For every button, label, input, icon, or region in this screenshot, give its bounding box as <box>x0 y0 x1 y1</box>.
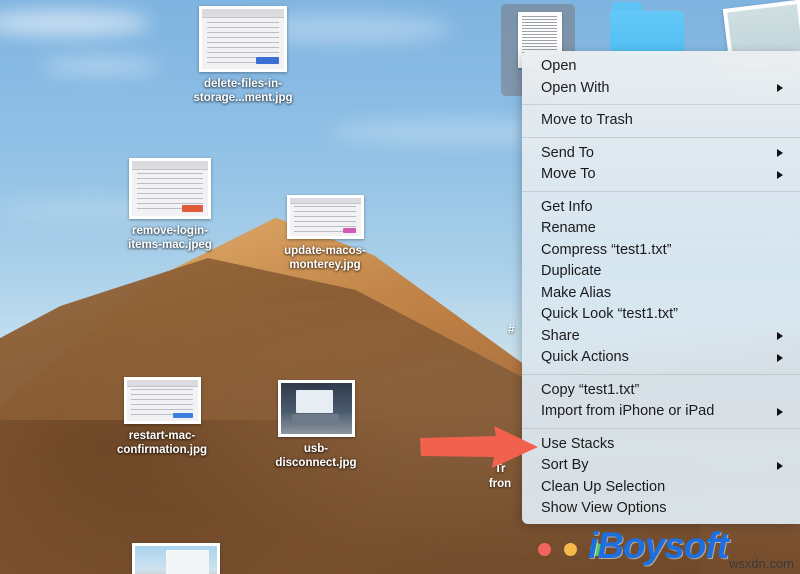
menu-item-label: Quick Look “test1.txt” <box>541 306 678 322</box>
label-line-1: usb- <box>303 443 329 455</box>
chevron-right-icon <box>777 332 783 341</box>
menu-item-label: Move to Trash <box>541 112 633 128</box>
occluded-glyph: # <box>508 322 515 336</box>
folder-tab <box>612 2 642 11</box>
label-line-2: items-mac.jpeg <box>128 239 212 251</box>
menu-item-move-to-trash[interactable]: Move to Trash <box>522 110 800 132</box>
occluded-label-line-2: fron <box>488 478 512 490</box>
menu-item-label: Compress “test1.txt” <box>541 241 672 258</box>
desktop-icon-delete-files-in-storage[interactable]: delete-files-in- storage...ment.jpg <box>183 6 303 105</box>
menu-separator <box>522 190 800 192</box>
chevron-right-icon <box>777 407 783 416</box>
traffic-light-yellow-icon <box>564 543 577 556</box>
chevron-right-icon <box>777 170 783 179</box>
site-watermark: wsxdn.com <box>728 556 794 571</box>
menu-item-quick-actions[interactable]: Quick Actions <box>522 347 800 369</box>
desktop-icon-label: restart-mac- confirmation.jpg <box>102 429 222 457</box>
desktop-icon-label: update-macos- monterey.jpg <box>265 244 385 272</box>
menu-item-move-to[interactable]: Move To <box>522 164 800 186</box>
menu-item-label: Clean Up Selection <box>541 478 666 495</box>
chevron-right-icon <box>777 149 783 158</box>
menu-item-label: Show View Options <box>541 500 667 516</box>
menu-item-clean-up-selection[interactable]: Clean Up Selection <box>522 477 800 499</box>
desktop-icon-remove-login-items-mac[interactable]: remove-login- items-mac.jpeg <box>110 158 230 252</box>
desktop-icon-update-macos-monterey[interactable]: update-macos- monterey.jpg <box>265 195 385 272</box>
menu-separator <box>522 373 800 375</box>
menu-item-label: Use Stacks <box>541 435 615 452</box>
file-thumbnail <box>129 158 211 219</box>
cloud-decoration <box>0 10 150 36</box>
traffic-light-red-icon <box>538 543 551 556</box>
menu-item-rename[interactable]: Rename <box>522 218 800 240</box>
menu-item-share[interactable]: Share <box>522 326 800 348</box>
menu-separator <box>522 136 800 138</box>
label-line-1: restart-mac- <box>128 430 196 442</box>
context-menu[interactable]: Open Open With Move to Trash Send To Mov… <box>522 51 800 524</box>
chevron-right-icon <box>777 84 783 93</box>
menu-item-duplicate[interactable]: Duplicate <box>522 261 800 283</box>
label-line-2: confirmation.jpg <box>116 444 208 456</box>
menu-item-label: Share <box>541 327 580 344</box>
menu-item-label: Copy “test1.txt” <box>541 381 640 398</box>
desktop-icon-restart-mac-confirmation[interactable]: restart-mac- confirmation.jpg <box>102 377 222 457</box>
menu-item-compress[interactable]: Compress “test1.txt” <box>522 240 800 262</box>
label-line-1: update-macos- <box>284 245 366 257</box>
label-line-2: disconnect.jpg <box>275 457 357 469</box>
menu-item-copy[interactable]: Copy “test1.txt” <box>522 380 800 402</box>
menu-item-open-with[interactable]: Open With <box>522 78 800 100</box>
menu-item-send-to[interactable]: Send To <box>522 143 800 165</box>
menu-item-label: Sort By <box>541 457 589 473</box>
file-thumbnail <box>199 6 287 72</box>
file-thumbnail <box>277 380 355 437</box>
label-line-1: remove-login- <box>131 225 209 237</box>
chevron-right-icon <box>777 353 783 362</box>
desktop-icon-label: delete-files-in- storage...ment.jpg <box>183 77 303 105</box>
label-line-1: delete-files-in- <box>204 78 282 90</box>
menu-item-label: Rename <box>541 220 596 236</box>
menu-item-label: Get Info <box>541 198 593 215</box>
menu-item-show-view-options[interactable]: Show View Options <box>522 498 800 520</box>
menu-item-use-stacks[interactable]: Use Stacks <box>522 434 800 456</box>
watermark-bar: iBoysoft wsxdn.com <box>522 527 800 574</box>
menu-item-label: Import from iPhone or iPad <box>541 403 715 419</box>
annotation-arrow-icon <box>420 426 538 468</box>
cloud-decoration <box>40 58 160 74</box>
menu-item-label: Move To <box>541 166 596 182</box>
desktop-screen: delete-files-in- storage...ment.jpg remo… <box>0 0 800 574</box>
desktop-icon-partial-bottom[interactable] <box>116 543 236 574</box>
desktop-icon-label: remove-login- items-mac.jpeg <box>110 224 230 252</box>
desktop-icon-label: usb- disconnect.jpg <box>256 442 376 470</box>
file-thumbnail <box>123 377 201 424</box>
menu-item-sort-by[interactable]: Sort By <box>522 455 800 477</box>
menu-item-label: Quick Actions <box>541 349 629 365</box>
menu-item-make-alias[interactable]: Make Alias <box>522 283 800 305</box>
menu-item-label: Open With <box>541 79 610 96</box>
menu-item-label: Duplicate <box>541 263 602 279</box>
chevron-right-icon <box>777 461 783 470</box>
menu-item-get-info[interactable]: Get Info <box>522 197 800 219</box>
menu-item-label: Make Alias <box>541 284 612 301</box>
menu-item-label: Open <box>541 58 577 74</box>
label-line-2: monterey.jpg <box>289 259 361 271</box>
menu-item-label: Send To <box>541 144 594 161</box>
menu-separator <box>522 104 800 105</box>
desktop-icon-usb-disconnect[interactable]: usb- disconnect.jpg <box>256 380 376 470</box>
menu-item-quick-look[interactable]: Quick Look “test1.txt” <box>522 304 800 326</box>
file-thumbnail <box>132 543 220 574</box>
label-line-2: storage...ment.jpg <box>193 92 293 104</box>
menu-item-open[interactable]: Open <box>522 56 800 78</box>
brand-logo: iBoysoft <box>588 527 729 566</box>
file-thumbnail <box>286 195 364 239</box>
menu-separator <box>522 427 800 429</box>
menu-item-import-from-iphone-or-ipad[interactable]: Import from iPhone or iPad <box>522 401 800 423</box>
